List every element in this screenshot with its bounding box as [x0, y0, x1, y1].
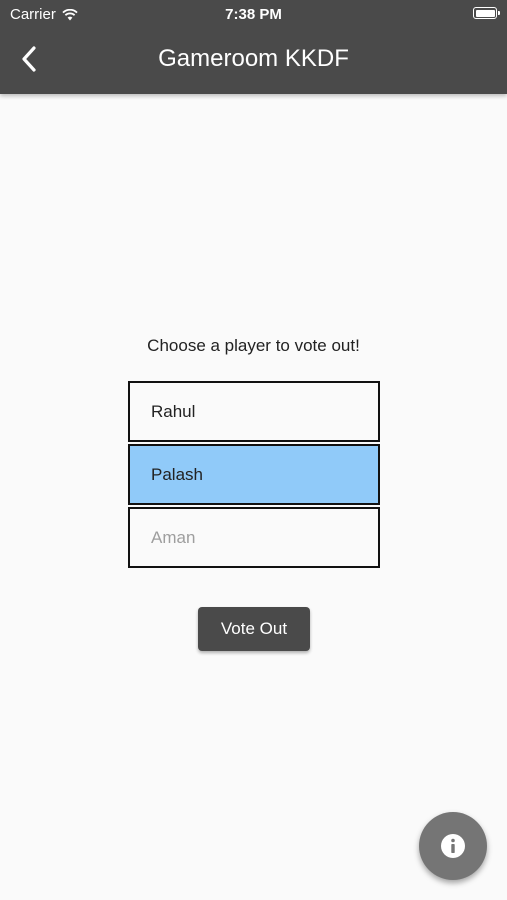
- player-name: Aman: [151, 527, 196, 547]
- player-name: Palash: [151, 464, 203, 484]
- battery-icon: [473, 7, 500, 19]
- info-icon: [441, 834, 465, 858]
- info-fab-button[interactable]: [419, 812, 487, 880]
- vote-out-button[interactable]: Vote Out: [198, 607, 310, 651]
- page-title: Gameroom KKDF: [158, 45, 349, 72]
- app-bar: Carrier 7:38 PM Gameroom KKDF: [0, 0, 507, 94]
- vote-prompt: Choose a player to vote out!: [147, 336, 360, 355]
- player-option-aman: Aman: [128, 507, 380, 568]
- player-name: Rahul: [151, 401, 196, 421]
- player-option-palash[interactable]: Palash: [128, 444, 380, 505]
- player-list: Rahul Palash Aman: [128, 381, 380, 570]
- status-time: 7:38 PM: [225, 6, 282, 23]
- status-bar: Carrier 7:38 PM: [0, 0, 507, 28]
- player-option-rahul[interactable]: Rahul: [128, 381, 380, 442]
